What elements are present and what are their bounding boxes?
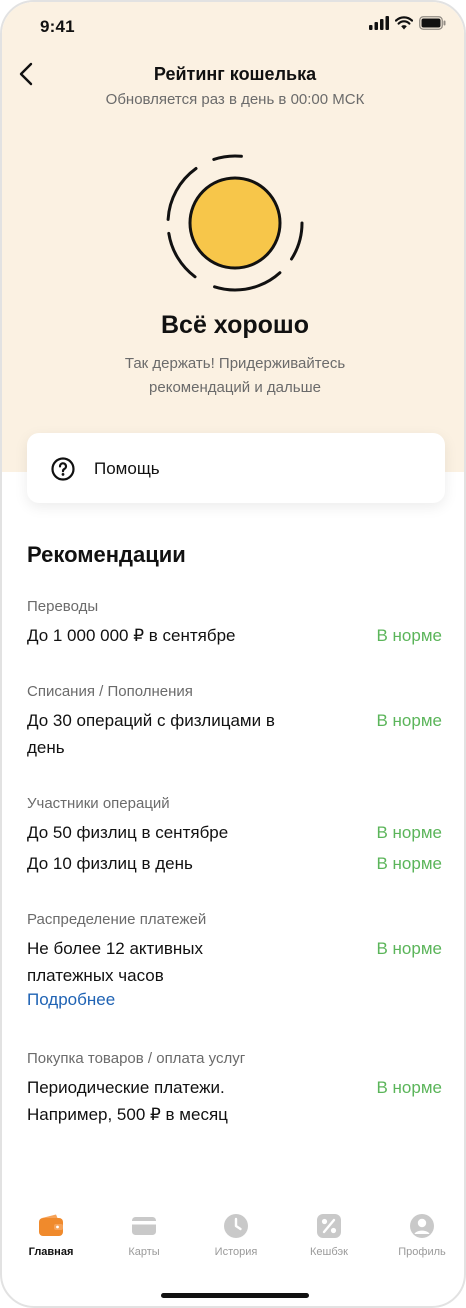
rec-item-text: Периодические платежи. Например, 500 ₽ в… xyxy=(27,1078,228,1124)
tab-cards[interactable]: Карты xyxy=(104,1212,184,1258)
question-icon xyxy=(51,457,75,481)
section-label-distribution: Распределение платежей xyxy=(27,911,207,928)
clock-icon xyxy=(224,1214,248,1238)
rec-item-text: До 30 операций с физлицами в день xyxy=(27,711,275,757)
tab-history[interactable]: История xyxy=(196,1212,276,1258)
section-label-transfers: Переводы xyxy=(27,598,99,615)
tab-label: Кешбэк xyxy=(310,1246,348,1258)
help-label: Помощь xyxy=(94,459,160,478)
tab-label: Главная xyxy=(28,1246,74,1258)
card-icon xyxy=(132,1217,156,1235)
rating-description: Так держать! Придерживайтесь рекомендаци… xyxy=(124,355,346,396)
section-label-debits: Списания / Пополнения xyxy=(27,683,193,700)
tab-label: История xyxy=(214,1246,258,1258)
rating-hero: 9:41 Рейтинг кошелька Обновляется раз в … xyxy=(2,2,464,472)
profile-icon xyxy=(410,1214,434,1238)
tab-home[interactable]: Главная xyxy=(11,1212,91,1258)
rating-status: Всё хорошо xyxy=(160,311,309,339)
status-icons xyxy=(369,16,446,30)
more-link[interactable]: Подробнее xyxy=(27,990,115,1010)
bottom-tab-bar: Главная Карты История Кешбэк Профиль xyxy=(2,1212,464,1272)
tab-profile[interactable]: Профиль xyxy=(382,1212,462,1258)
rec-item-text: Не более 12 активных платежных часов xyxy=(27,939,203,985)
percent-icon xyxy=(317,1214,341,1238)
wallet-icon xyxy=(39,1214,63,1236)
rec-item-status: В норме xyxy=(376,1078,442,1097)
page-subtitle: Обновляется раз в день в 00:00 МСК xyxy=(105,91,365,108)
help-button[interactable]: Помощь xyxy=(27,433,445,503)
rec-item-status: В норме xyxy=(376,939,442,958)
battery-icon xyxy=(419,16,446,30)
section-label-purchases: Покупка товаров / оплата услуг xyxy=(27,1050,246,1067)
recommendations-title: Рекомендации xyxy=(27,542,186,567)
rec-item-status: В норме xyxy=(376,823,442,842)
tab-cashback[interactable]: Кешбэк xyxy=(289,1212,369,1258)
status-time: 9:41 xyxy=(40,17,75,36)
app-screen: 9:41 Рейтинг кошелька Обновляется раз в … xyxy=(0,0,466,1308)
rec-item-status: В норме xyxy=(376,626,442,645)
rec-item-status: В норме xyxy=(376,854,442,873)
rec-item-status: В норме xyxy=(376,711,442,730)
section-label-participants: Участники операций xyxy=(27,795,170,812)
page-title: Рейтинг кошелька xyxy=(153,64,317,84)
wifi-icon xyxy=(395,16,413,30)
tab-label: Карты xyxy=(128,1246,160,1258)
rec-item-text: До 1 000 000 ₽ в сентябре xyxy=(27,626,236,645)
rec-item-text: До 50 физлиц в сентябре xyxy=(27,823,229,842)
home-indicator[interactable] xyxy=(161,1293,309,1298)
rating-sun-icon xyxy=(166,154,304,292)
signal-icon xyxy=(369,16,389,30)
rec-item-text: До 10 физлиц в день xyxy=(27,854,193,873)
tab-label: Профиль xyxy=(398,1246,446,1258)
